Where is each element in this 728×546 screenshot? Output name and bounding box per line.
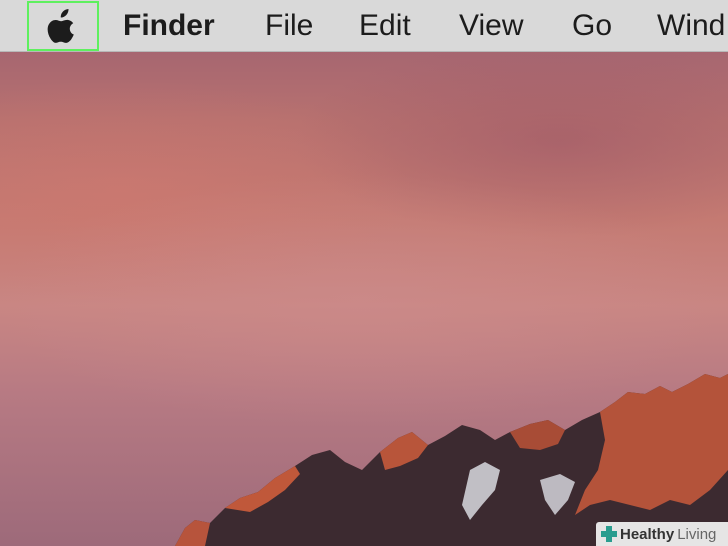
menu-view[interactable]: View <box>459 8 523 44</box>
desktop-wallpaper <box>0 0 728 546</box>
plus-cross-icon <box>601 526 617 542</box>
menu-window[interactable]: Wind <box>657 8 725 44</box>
mountain-wallpaper-art <box>175 374 728 546</box>
menu-edit[interactable]: Edit <box>359 8 411 44</box>
watermark: Healthy Living <box>596 522 728 546</box>
watermark-brand-bold: Healthy <box>620 525 675 543</box>
menu-finder[interactable]: Finder <box>123 8 215 44</box>
watermark-brand-light: Living <box>677 525 717 543</box>
menu-go[interactable]: Go <box>572 8 612 44</box>
menu-bar: Finder File Edit View Go Wind <box>0 0 728 52</box>
apple-logo-icon <box>47 9 74 43</box>
menu-file[interactable]: File <box>265 8 313 44</box>
apple-menu-button[interactable] <box>27 1 99 51</box>
